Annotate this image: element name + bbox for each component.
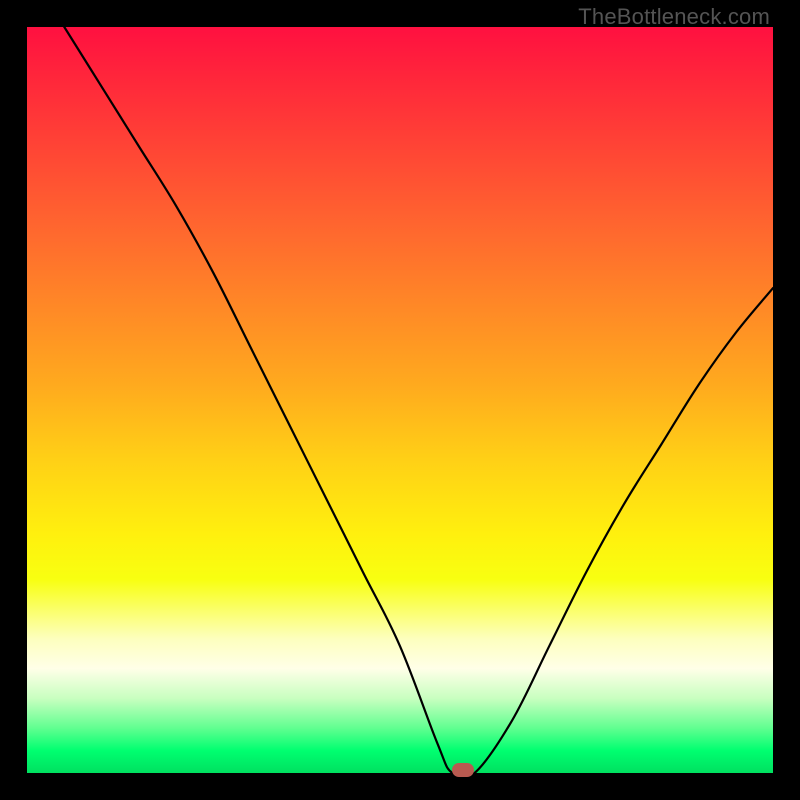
minimum-marker [452,763,474,777]
chart-frame: TheBottleneck.com [0,0,800,800]
bottleneck-curve [27,27,773,773]
watermark-text: TheBottleneck.com [578,4,770,30]
plot-area [27,27,773,773]
